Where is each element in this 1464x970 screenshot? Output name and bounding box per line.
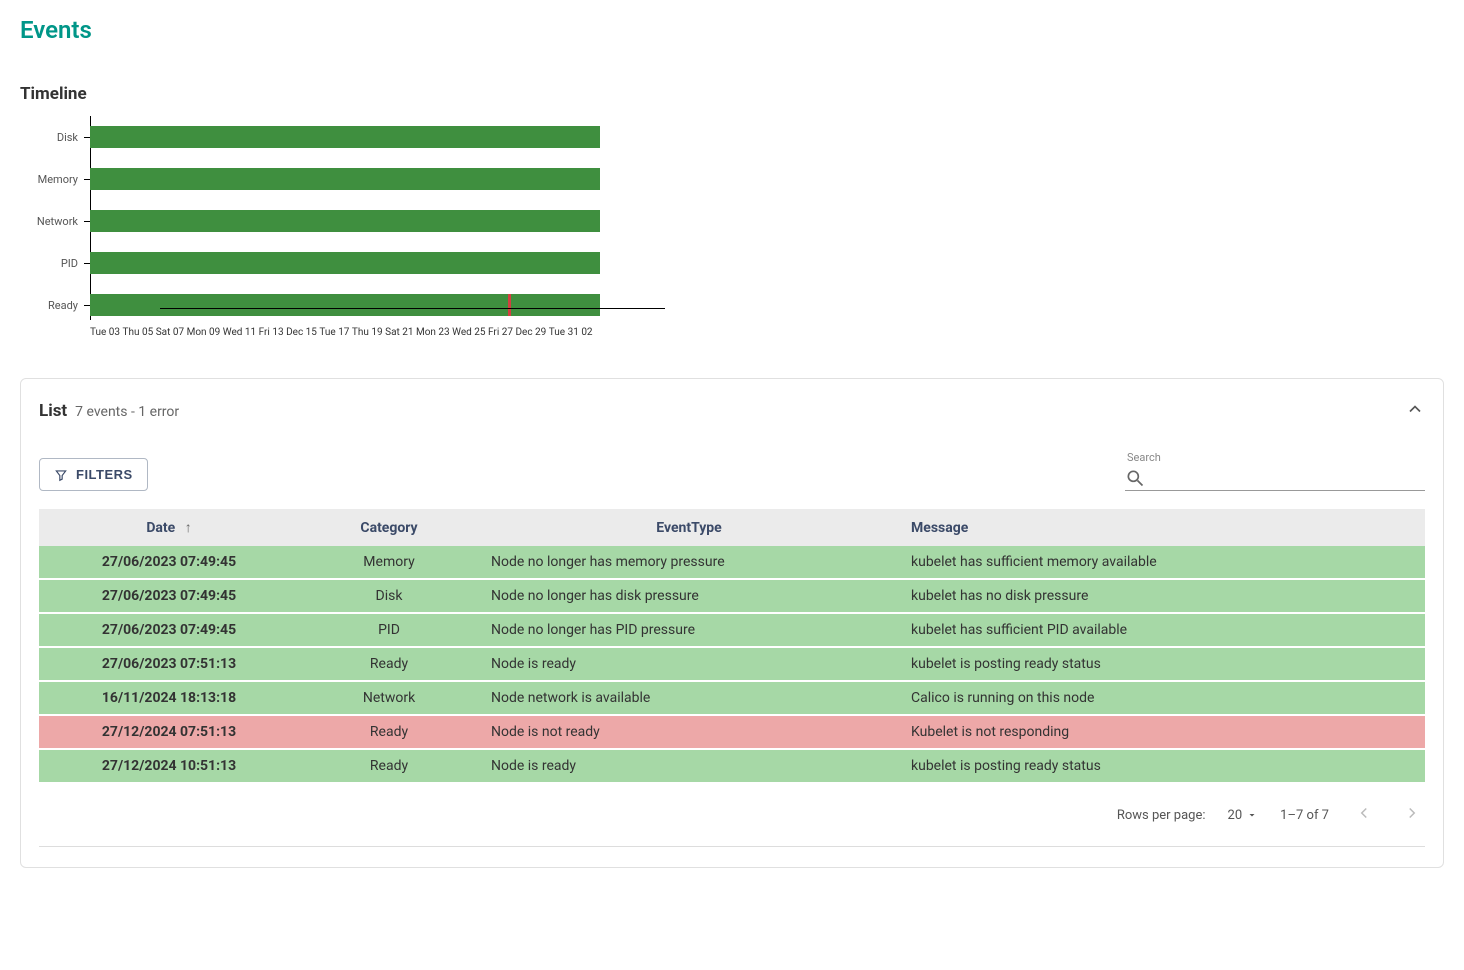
cell-eventtype: Node no longer has PID pressure: [479, 613, 899, 647]
cell-eventtype: Node is not ready: [479, 715, 899, 749]
timeline-bar: [90, 252, 600, 274]
timeline-bar: [90, 168, 600, 190]
search-label: Search: [1125, 451, 1425, 464]
cell-category: Ready: [299, 749, 479, 783]
page-title: Events: [20, 16, 1444, 44]
timeline-error-marker: [508, 294, 511, 316]
cell-category: Network: [299, 681, 479, 715]
cell-date: 27/06/2023 07:49:45: [39, 579, 299, 613]
timeline-x-axis: [160, 308, 665, 309]
cell-category: Memory: [299, 546, 479, 579]
col-category[interactable]: Category: [299, 509, 479, 546]
table-row[interactable]: 27/12/2024 07:51:13ReadyNode is not read…: [39, 715, 1425, 749]
col-message[interactable]: Message: [899, 509, 1425, 546]
timeline-category-label: PID: [20, 257, 84, 270]
dropdown-arrow-icon: [1246, 809, 1258, 821]
cell-category: PID: [299, 613, 479, 647]
timeline-row: Memory: [20, 158, 600, 200]
timeline-bar: [90, 294, 600, 316]
timeline-chart: Disk Memory Network PID Ready Tue 03Thu 05Sa…: [20, 116, 600, 338]
prev-page-button[interactable]: [1351, 800, 1377, 830]
rows-per-page-label: Rows per page:: [1117, 808, 1206, 823]
cell-message: kubelet has no disk pressure: [899, 579, 1425, 613]
search-group: Search: [1125, 451, 1425, 491]
next-page-button[interactable]: [1399, 800, 1425, 830]
list-title: List: [39, 401, 67, 421]
cell-message: Kubelet is not responding: [899, 715, 1425, 749]
table-row[interactable]: 16/11/2024 18:13:18NetworkNode network i…: [39, 681, 1425, 715]
cell-message: kubelet is posting ready status: [899, 647, 1425, 681]
table-row[interactable]: 27/12/2024 10:51:13ReadyNode is readykub…: [39, 749, 1425, 783]
timeline-category-label: Memory: [20, 173, 84, 186]
timeline-x-ticks: Tue 03Thu 05Sat 07Mon 09Wed 11Fri 13Dec …: [90, 327, 595, 338]
table-row[interactable]: 27/06/2023 07:51:13ReadyNode is readykub…: [39, 647, 1425, 681]
search-icon: [1125, 468, 1145, 488]
cell-category: Ready: [299, 715, 479, 749]
filter-icon: [54, 468, 68, 482]
timeline-category-label: Disk: [20, 131, 84, 144]
timeline-bar: [90, 210, 600, 232]
timeline-section: Timeline Disk Memory Network PID Ready Tue 0…: [20, 84, 1444, 338]
chevron-right-icon: [1403, 804, 1421, 822]
col-eventtype[interactable]: EventType: [479, 509, 899, 546]
filters-button[interactable]: FILTERS: [39, 458, 148, 491]
cell-category: Ready: [299, 647, 479, 681]
sort-asc-icon: ↑: [185, 520, 192, 536]
cell-eventtype: Node is ready: [479, 647, 899, 681]
timeline-row: Ready: [20, 284, 600, 326]
list-summary: 7 events - 1 error: [75, 404, 179, 420]
cell-eventtype: Node no longer has memory pressure: [479, 546, 899, 579]
cell-date: 27/06/2023 07:49:45: [39, 546, 299, 579]
timeline-category-label: Network: [20, 215, 84, 228]
rows-per-page-select[interactable]: 20: [1228, 808, 1259, 823]
page-range: 1–7 of 7: [1280, 808, 1329, 823]
cell-date: 27/06/2023 07:49:45: [39, 613, 299, 647]
timeline-row: Disk: [20, 116, 600, 158]
cell-date: 16/11/2024 18:13:18: [39, 681, 299, 715]
cell-date: 27/12/2024 07:51:13: [39, 715, 299, 749]
collapse-toggle[interactable]: [1405, 399, 1425, 423]
filters-button-label: FILTERS: [76, 467, 133, 482]
timeline-category-label: Ready: [20, 299, 84, 312]
search-input[interactable]: [1151, 470, 1425, 486]
cell-date: 27/06/2023 07:51:13: [39, 647, 299, 681]
table-row[interactable]: 27/06/2023 07:49:45PIDNode no longer has…: [39, 613, 1425, 647]
cell-message: kubelet is posting ready status: [899, 749, 1425, 783]
cell-message: Calico is running on this node: [899, 681, 1425, 715]
cell-eventtype: Node network is available: [479, 681, 899, 715]
col-date[interactable]: Date ↑: [39, 509, 299, 546]
timeline-bar: [90, 126, 600, 148]
chevron-up-icon: [1405, 399, 1425, 419]
timeline-title: Timeline: [20, 84, 1444, 104]
pagination: Rows per page: 20 1–7 of 7: [39, 800, 1425, 847]
cell-message: kubelet has sufficient memory available: [899, 546, 1425, 579]
chevron-left-icon: [1355, 804, 1373, 822]
cell-eventtype: Node no longer has disk pressure: [479, 579, 899, 613]
cell-message: kubelet has sufficient PID available: [899, 613, 1425, 647]
events-table: Date ↑ Category EventType Message 27/06/…: [39, 509, 1425, 784]
timeline-row: PID: [20, 242, 600, 284]
table-row[interactable]: 27/06/2023 07:49:45DiskNode no longer ha…: [39, 579, 1425, 613]
timeline-row: Network: [20, 200, 600, 242]
events-list-card: List 7 events - 1 error FILTERS Search: [20, 378, 1444, 868]
table-row[interactable]: 27/06/2023 07:49:45MemoryNode no longer …: [39, 546, 1425, 579]
cell-eventtype: Node is ready: [479, 749, 899, 783]
cell-category: Disk: [299, 579, 479, 613]
cell-date: 27/12/2024 10:51:13: [39, 749, 299, 783]
